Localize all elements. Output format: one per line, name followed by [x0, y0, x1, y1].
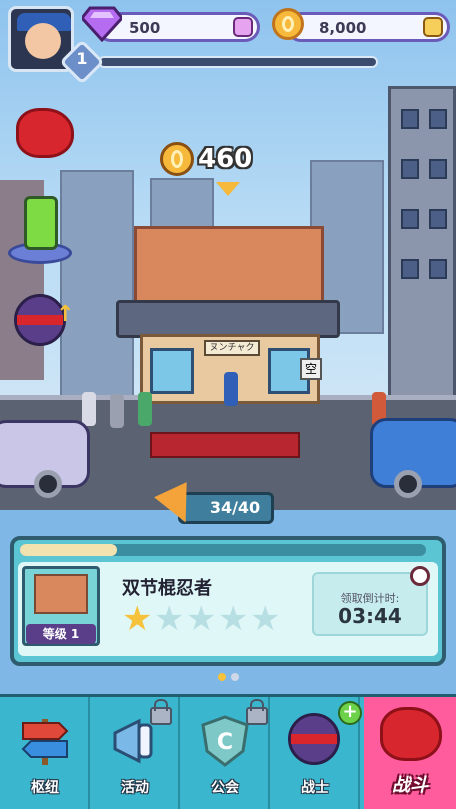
shop-sign: 空 [300, 358, 322, 380]
plus-badge-icon: + [338, 701, 362, 725]
building-level-label: 等级 1 [26, 624, 96, 644]
player-level: 1 [76, 49, 88, 68]
pedestrian [82, 392, 96, 426]
ninja-head-icon [288, 713, 340, 765]
signpost-icon [21, 719, 69, 765]
nav-item-guild[interactable]: C 公会 [180, 697, 270, 809]
coin-counter[interactable]: 8,000 [286, 12, 450, 42]
nav-item-fight[interactable]: 战斗 [364, 697, 456, 809]
dojo-roof [116, 300, 340, 338]
nav-label-guild: 公会 [211, 780, 239, 796]
background-building [60, 170, 134, 404]
pedestrian [138, 392, 152, 426]
nav-label-fighters: 战士 [301, 780, 329, 796]
coin-reward-amount[interactable]: 460 [198, 144, 252, 174]
star-empty-icon: ★ [186, 599, 217, 639]
avatar-face [25, 23, 61, 59]
right-building [388, 86, 456, 426]
gem-count: 500 [129, 19, 161, 37]
page-dot[interactable] [231, 673, 239, 681]
dojo-window-left [150, 348, 194, 394]
nav-label-events: 活动 [121, 780, 149, 796]
svg-text:C: C [217, 730, 233, 755]
dojo-fighter [224, 372, 238, 406]
building-name: 双节棍忍者 [122, 578, 212, 599]
dojo-floor-mat [150, 432, 300, 458]
coin-count: 8,000 [319, 19, 367, 37]
coin-reward-icon[interactable] [160, 142, 194, 176]
boxing-glove-icon [380, 707, 442, 761]
nav-item-fighters[interactable]: + 战士 [270, 697, 362, 809]
upgrade-arrow-icon: ↑ [56, 302, 75, 327]
add-gems-button[interactable] [233, 17, 253, 37]
star-filled-icon: ★ [122, 599, 153, 639]
car-wheel [34, 470, 62, 498]
car-wheel [394, 470, 422, 498]
page-dot-active[interactable] [218, 673, 226, 681]
nav-item-hub[interactable]: 枢纽 [0, 697, 90, 809]
star-empty-icon: ★ [250, 599, 281, 639]
nav-label-fight: 战斗 [392, 775, 428, 796]
add-coins-button[interactable] [423, 17, 443, 37]
pedestrian [110, 394, 124, 428]
claim-timer-value: 03:44 [338, 604, 402, 628]
building-thumbnail-house [34, 574, 88, 614]
gem-icon [82, 6, 122, 42]
fight-event-button[interactable] [12, 100, 78, 166]
down-arrow-icon [216, 182, 240, 196]
clock-icon [410, 566, 430, 586]
star-empty-icon: ★ [154, 599, 185, 639]
energy-value: 34/40 [209, 498, 261, 517]
nunchaku-dojo-building[interactable] [134, 226, 324, 306]
red-boxing-glove-icon [16, 108, 74, 158]
green-capsule-icon[interactable] [24, 196, 58, 250]
nav-label-hub: 枢纽 [31, 780, 59, 796]
building-progress-fill [20, 544, 118, 556]
guild-shield-icon: C [201, 715, 249, 767]
nav-item-events[interactable]: 活动 [90, 697, 180, 809]
coin-icon [272, 8, 304, 40]
xp-progress-bar [98, 56, 378, 68]
megaphone-icon [113, 718, 153, 764]
star-empty-icon: ★ [218, 599, 249, 639]
dojo-sign: ヌンチャク [204, 340, 260, 356]
